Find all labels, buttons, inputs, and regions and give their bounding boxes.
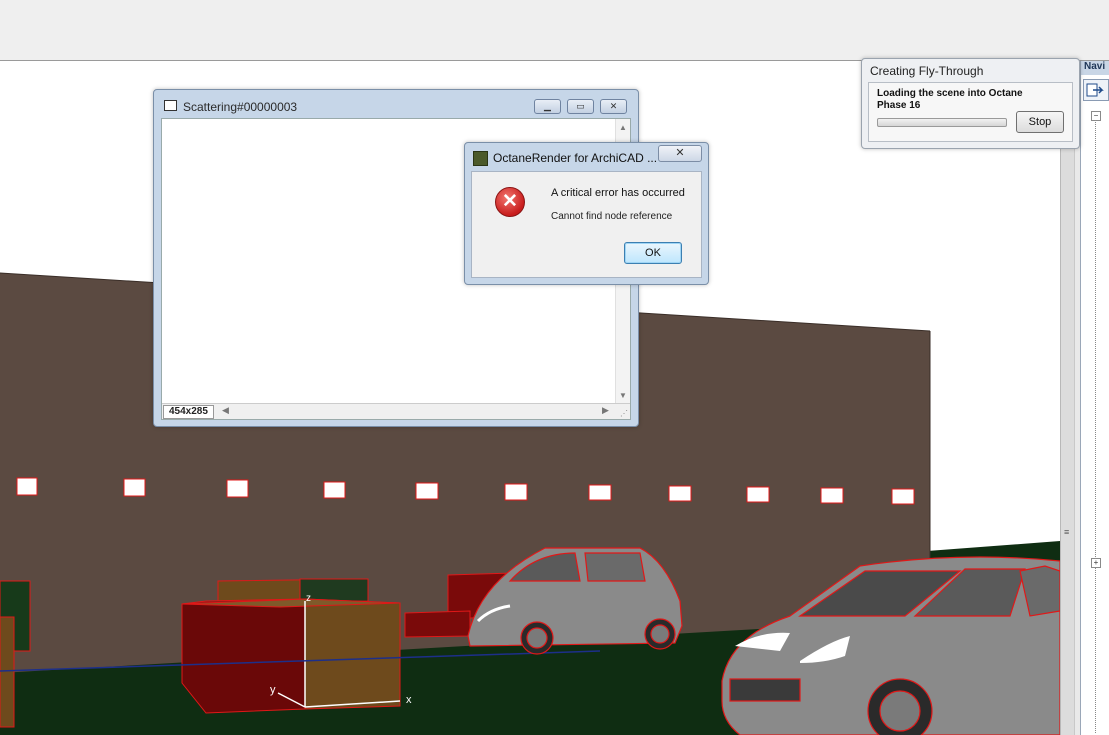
scroll-grip-icon: ≡ (1064, 527, 1070, 537)
minimize-icon: ▁ (544, 101, 551, 111)
viewport-vertical-scrollbar[interactable]: ≡ (1060, 61, 1075, 735)
scattering-status-bar: 454x285 ◀ ▶ ⋰ (162, 403, 630, 419)
navigator-view-button[interactable] (1083, 79, 1109, 101)
axis-y-label: y (270, 684, 276, 696)
project-map-icon (1086, 83, 1104, 97)
toolbar-area (0, 0, 1109, 61)
tree-expand-icon[interactable]: + (1091, 558, 1101, 568)
error-dialog-body: ✕ A critical error has occurred Cannot f… (471, 171, 702, 278)
navigator-panel[interactable]: Navi − + (1080, 61, 1109, 735)
scroll-up-icon[interactable]: ▲ (619, 123, 627, 132)
image-window-icon (164, 100, 177, 111)
minimize-button[interactable]: ▁ (534, 99, 561, 114)
image-size-label: 454x285 (163, 405, 214, 419)
fly-through-panel[interactable]: Creating Fly-Through Loading the scene i… (861, 58, 1080, 149)
error-dialog-close-button[interactable]: ✕ (658, 145, 702, 162)
close-button[interactable]: ✕ (600, 99, 627, 114)
scroll-right-icon[interactable]: ▶ (602, 405, 609, 416)
restore-icon: ▭ (576, 101, 585, 111)
restore-button[interactable]: ▭ (567, 99, 594, 114)
scroll-down-icon[interactable]: ▼ (619, 391, 627, 400)
close-icon: ✕ (609, 101, 618, 111)
axis-z-label: z (306, 593, 311, 604)
scroll-left-icon[interactable]: ◀ (222, 405, 229, 416)
ok-button[interactable]: OK (624, 242, 682, 264)
fly-through-progress-bar (877, 118, 1007, 127)
scattering-title: Scattering#00000003 (183, 100, 298, 114)
tree-collapse-icon[interactable]: − (1091, 111, 1101, 121)
error-detail: Cannot find node reference (551, 211, 673, 222)
stop-button[interactable]: Stop (1016, 111, 1064, 133)
fly-through-phase: Phase 16 (877, 100, 921, 111)
error-message: A critical error has occurred (551, 187, 685, 199)
scattering-title-bar[interactable]: Scattering#00000003 ▁ ▭ ✕ (154, 90, 638, 118)
fly-through-content: Loading the scene into Octane Phase 16 S… (868, 82, 1073, 142)
fly-through-status: Loading the scene into Octane (877, 88, 1023, 99)
error-dialog[interactable]: OctaneRender for ArchiCAD ... ✕ ✕ A crit… (464, 142, 709, 285)
octane-app-icon (473, 151, 488, 166)
axis-x-label: x (406, 694, 412, 706)
fly-through-title: Creating Fly-Through (870, 64, 984, 78)
foreground-boxes (181, 598, 401, 714)
tree-connector (1095, 113, 1096, 733)
resize-grip-icon[interactable]: ⋰ (620, 409, 628, 418)
navigator-title: Navi (1081, 61, 1109, 75)
error-icon: ✕ (495, 187, 525, 217)
close-icon: ✕ (675, 147, 685, 159)
error-dialog-title: OctaneRender for ArchiCAD ... (493, 151, 658, 165)
